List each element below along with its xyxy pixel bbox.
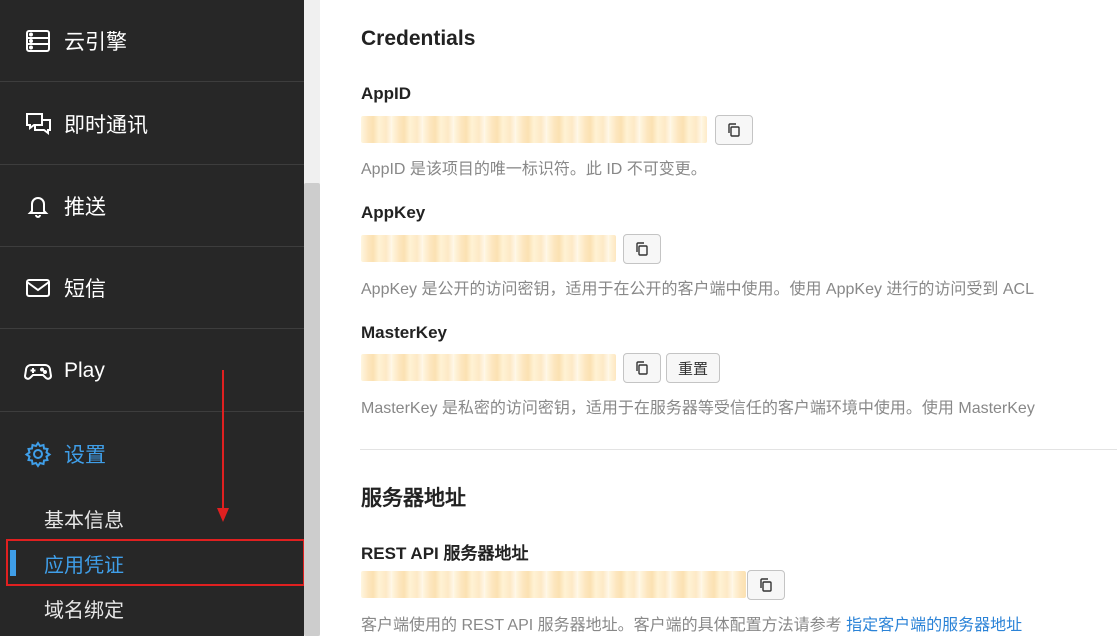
server-icon — [24, 27, 52, 55]
appkey-description: AppKey 是公开的访问密钥，适用于在公开的客户端中使用。使用 AppKey … — [361, 281, 1034, 298]
envelope-icon — [24, 274, 52, 302]
credentials-title: Credentials — [361, 27, 476, 50]
subnav-label: 域名绑定 — [44, 599, 124, 622]
nav-item-play[interactable]: Play — [0, 330, 304, 412]
nav-item-label: 设置 — [64, 444, 106, 467]
nav-item-label: 推送 — [64, 195, 106, 219]
annotation-highlight-box — [6, 539, 305, 586]
nav-item-label: 即时通讯 — [64, 113, 148, 137]
appkey-value — [361, 235, 616, 262]
copy-rest-api-button[interactable] — [747, 570, 785, 600]
copy-masterkey-button[interactable] — [623, 353, 661, 383]
server-address-title: 服务器地址 — [361, 487, 466, 510]
nav-item-label: 短信 — [64, 277, 106, 301]
copy-icon — [636, 242, 648, 256]
nav-item-label: 云引擎 — [64, 30, 127, 54]
copy-icon — [760, 578, 772, 592]
masterkey-description: MasterKey 是私密的访问密钥，适用于在服务器等受信任的客户端环境中使用。… — [361, 400, 1035, 417]
subnav-label: 基本信息 — [44, 509, 124, 532]
nav-item-settings[interactable]: 设置 — [0, 413, 304, 495]
nav-item-instant-messaging[interactable]: 即时通讯 — [0, 83, 304, 165]
copy-appid-button[interactable] — [715, 115, 753, 145]
masterkey-label: MasterKey — [361, 323, 447, 342]
chat-icon — [24, 110, 52, 138]
rest-api-description: 客户端使用的 REST API 服务器地址。客户端的具体配置方法请参考 指定客户… — [361, 611, 1022, 635]
main-content: Credentials AppID AppID 是该项目的唯一标识符。此 ID … — [320, 0, 1117, 636]
subnav-domain-binding[interactable]: 域名绑定 — [0, 587, 304, 629]
masterkey-value — [361, 354, 616, 381]
appid-value — [361, 116, 707, 143]
copy-icon — [728, 123, 740, 137]
server-address-doc-link[interactable]: 指定客户端的服务器地址 — [846, 617, 1022, 634]
gamepad-icon — [24, 357, 52, 385]
nav-item-cloud-engine[interactable]: 云引擎 — [0, 0, 304, 82]
appkey-label: AppKey — [361, 203, 426, 222]
gear-icon — [24, 440, 52, 468]
appid-description: AppID 是该项目的唯一标识符。此 ID 不可变更。 — [361, 161, 707, 178]
nav-item-label: Play — [64, 358, 105, 382]
copy-appkey-button[interactable] — [623, 234, 661, 264]
sidebar-scrollbar-thumb[interactable] — [304, 183, 320, 636]
rest-api-value — [361, 571, 746, 598]
rest-api-label: REST API 服务器地址 — [361, 544, 529, 563]
subnav-basic-info[interactable]: 基本信息 — [0, 497, 304, 539]
appid-label: AppID — [361, 84, 412, 103]
rest-api-description-text: 客户端使用的 REST API 服务器地址。客户端的具体配置方法请参考 — [361, 617, 842, 634]
bell-icon — [24, 192, 52, 220]
nav-item-push[interactable]: 推送 — [0, 165, 304, 247]
nav-item-sms[interactable]: 短信 — [0, 247, 304, 329]
section-divider — [360, 449, 1117, 450]
reset-masterkey-button[interactable]: 重置 — [666, 353, 720, 383]
copy-icon — [636, 361, 648, 375]
